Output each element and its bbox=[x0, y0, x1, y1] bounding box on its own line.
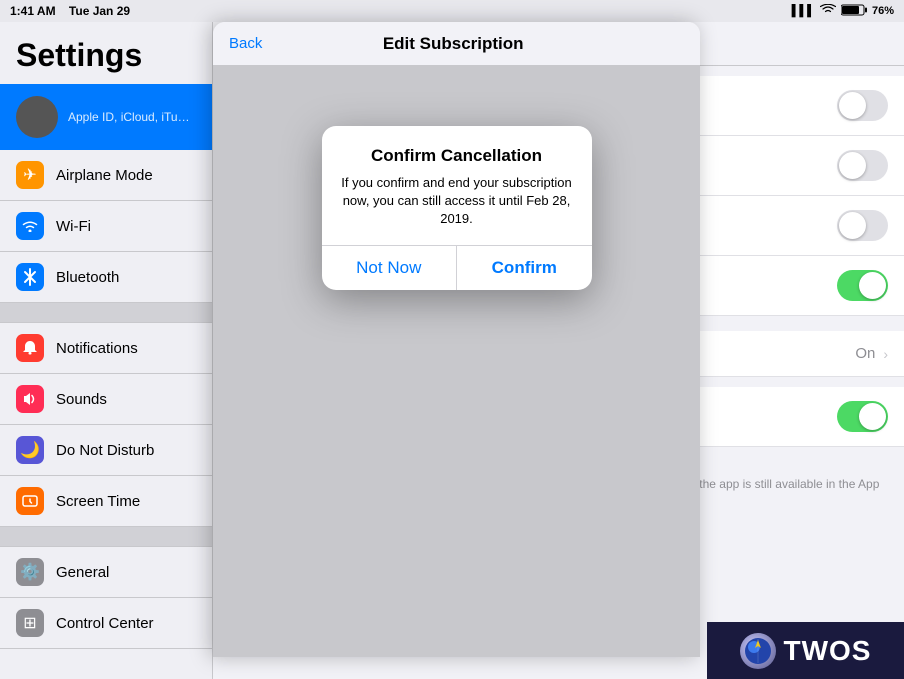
not-now-button[interactable]: Not Now bbox=[322, 246, 458, 290]
battery-icon bbox=[841, 4, 867, 19]
twos-logo bbox=[740, 633, 776, 669]
toggle-4[interactable] bbox=[837, 270, 888, 301]
toggle-knob-5 bbox=[859, 403, 886, 430]
control-center-icon: ⊞ bbox=[16, 609, 44, 637]
sidebar-section-2: Notifications Sounds 🌙 Do Not Disturb bbox=[0, 323, 212, 527]
alert-title: Confirm Cancellation bbox=[338, 146, 576, 166]
on-chevron-icon: › bbox=[883, 346, 888, 362]
sidebar-account[interactable]: Apple ID, iCloud, iTunes a bbox=[0, 84, 212, 150]
screen-time-label: Screen Time bbox=[56, 493, 140, 510]
account-subtitle: Apple ID, iCloud, iTunes a bbox=[68, 110, 196, 124]
toggle-knob-4 bbox=[859, 272, 886, 299]
sidebar-item-general[interactable]: ⚙️ General bbox=[0, 547, 212, 598]
notifications-label: Notifications bbox=[56, 340, 138, 357]
row-4-right bbox=[837, 270, 888, 301]
alert-content: Confirm Cancellation If you confirm and … bbox=[322, 126, 592, 245]
alert-buttons: Not Now Confirm bbox=[322, 245, 592, 290]
toggle-knob-2 bbox=[839, 152, 866, 179]
sidebar-item-do-not-disturb[interactable]: 🌙 Do Not Disturb bbox=[0, 425, 212, 476]
sidebar-divider-2 bbox=[0, 527, 212, 547]
airplane-mode-label: Airplane Mode bbox=[56, 167, 153, 184]
sidebar-item-bluetooth[interactable]: Bluetooth bbox=[0, 252, 212, 303]
sidebar: Settings Apple ID, iCloud, iTunes a ✈ Ai… bbox=[0, 22, 213, 679]
toggle-3[interactable] bbox=[837, 210, 888, 241]
row-3-right bbox=[837, 210, 888, 241]
control-center-label: Control Center bbox=[56, 615, 154, 632]
edit-subscription-sheet: Back Edit Subscription Confirm Cancellat… bbox=[213, 22, 700, 657]
sidebar-item-control-center[interactable]: ⊞ Control Center bbox=[0, 598, 212, 649]
general-label: General bbox=[56, 564, 109, 581]
row-5-right bbox=[837, 401, 888, 432]
avatar bbox=[16, 96, 58, 138]
cellular-icon: ▌▌▌ bbox=[792, 5, 815, 17]
status-icons: ▌▌▌ 76% bbox=[792, 4, 894, 19]
sheet-title: Edit Subscription bbox=[383, 34, 524, 54]
toggle-1[interactable] bbox=[837, 90, 888, 121]
sidebar-item-sounds[interactable]: Sounds bbox=[0, 374, 212, 425]
bluetooth-label: Bluetooth bbox=[56, 269, 119, 286]
alert-message: If you confirm and end your subscription… bbox=[338, 174, 576, 229]
twos-watermark: TWOS bbox=[707, 622, 904, 679]
sheet-body: Confirm Cancellation If you confirm and … bbox=[213, 66, 700, 657]
sheet-back-button[interactable]: Back bbox=[229, 35, 262, 52]
bluetooth-icon bbox=[16, 263, 44, 291]
toggle-2[interactable] bbox=[837, 150, 888, 181]
sidebar-item-airplane-mode[interactable]: ✈ Airplane Mode bbox=[0, 150, 212, 201]
alert-dialog: Confirm Cancellation If you confirm and … bbox=[322, 126, 592, 290]
toggle-5[interactable] bbox=[837, 401, 888, 432]
toggle-knob-1 bbox=[839, 92, 866, 119]
general-icon: ⚙️ bbox=[16, 558, 44, 586]
do-not-disturb-icon: 🌙 bbox=[16, 436, 44, 464]
sidebar-title: Settings bbox=[0, 22, 212, 84]
airplane-mode-icon: ✈ bbox=[16, 161, 44, 189]
sounds-label: Sounds bbox=[56, 391, 107, 408]
row-2-right bbox=[837, 150, 888, 181]
sheet-nav: Back Edit Subscription bbox=[213, 22, 700, 66]
notifications-icon bbox=[16, 334, 44, 362]
status-time: 1:41 AM Tue Jan 29 bbox=[10, 4, 130, 18]
sidebar-item-screen-time[interactable]: Screen Time bbox=[0, 476, 212, 527]
sidebar-section-3: ⚙️ General ⊞ Control Center bbox=[0, 547, 212, 649]
toggle-knob-3 bbox=[839, 212, 866, 239]
sidebar-divider-1 bbox=[0, 303, 212, 323]
on-row-right: On › bbox=[855, 345, 888, 362]
on-value: On bbox=[855, 345, 875, 362]
wifi-icon bbox=[16, 212, 44, 240]
wifi-label: Wi-Fi bbox=[56, 218, 91, 235]
sidebar-item-wifi[interactable]: Wi-Fi bbox=[0, 201, 212, 252]
sidebar-item-notifications[interactable]: Notifications bbox=[0, 323, 212, 374]
do-not-disturb-label: Do Not Disturb bbox=[56, 442, 154, 459]
battery-percent: 76% bbox=[872, 5, 894, 17]
twos-text: TWOS bbox=[784, 635, 872, 667]
row-1-right bbox=[837, 90, 888, 121]
sounds-icon bbox=[16, 385, 44, 413]
wifi-icon bbox=[820, 4, 836, 19]
confirm-button[interactable]: Confirm bbox=[457, 246, 592, 290]
date: Tue Jan 29 bbox=[69, 4, 130, 18]
time: 1:41 AM bbox=[10, 4, 56, 18]
screen-time-icon bbox=[16, 487, 44, 515]
sidebar-section-1: ✈ Airplane Mode Wi-Fi Bluetooth bbox=[0, 150, 212, 303]
status-bar: 1:41 AM Tue Jan 29 ▌▌▌ 76% bbox=[0, 0, 904, 22]
